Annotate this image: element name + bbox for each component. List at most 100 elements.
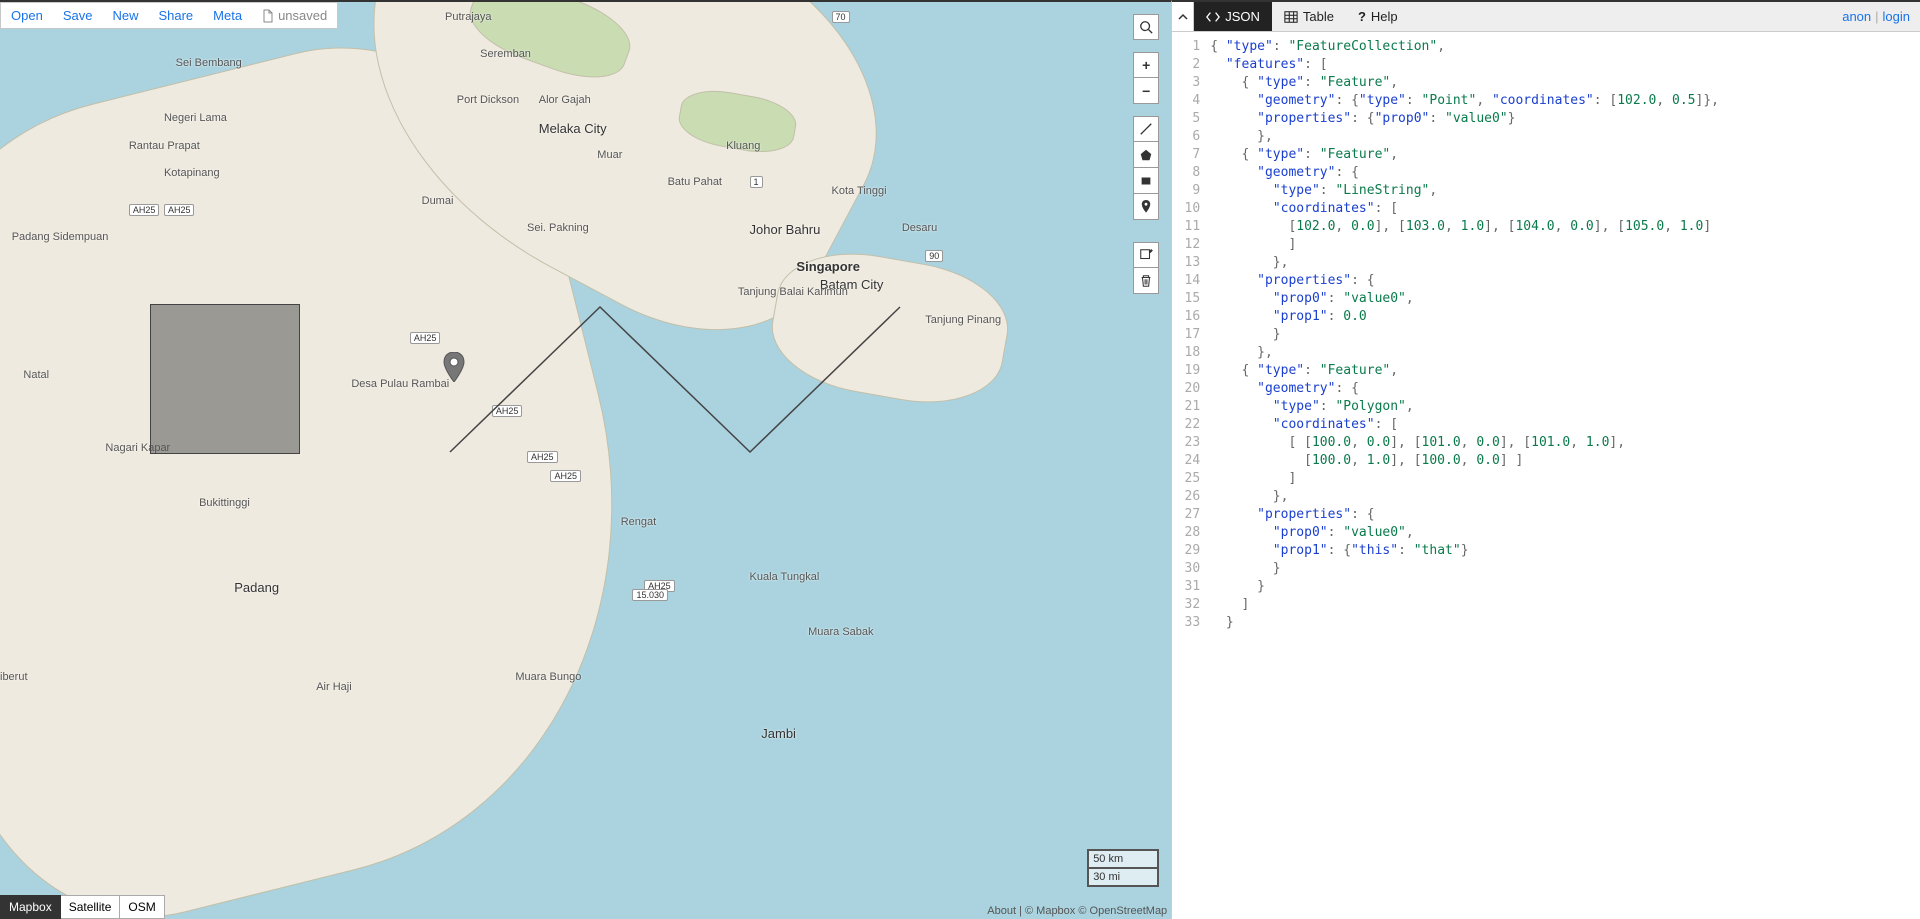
map-canvas[interactable]: Putrajaya Seremban Port Dickson Alor Gaj… xyxy=(0,2,1171,919)
place-label: Kotapinang xyxy=(164,167,220,179)
auth-links: anon | login xyxy=(1832,2,1920,31)
draw-polygon-button[interactable] xyxy=(1133,142,1159,168)
place-label: Muar xyxy=(597,149,622,161)
draw-line-button[interactable] xyxy=(1133,116,1159,142)
osm-link[interactable]: © OpenStreetMap xyxy=(1078,905,1167,917)
place-label: Padang Sidempuan xyxy=(12,231,109,243)
save-link[interactable]: Save xyxy=(53,3,103,28)
tab-json-label: JSON xyxy=(1225,9,1260,24)
place-label: Natal xyxy=(23,369,49,381)
zoom-in-button[interactable]: + xyxy=(1133,52,1159,78)
road-badge: AH25 xyxy=(410,332,441,344)
place-label: Port Dickson xyxy=(457,94,519,106)
line-icon xyxy=(1139,122,1153,136)
scale-mi: 30 mi xyxy=(1087,867,1159,887)
layer-osm[interactable]: OSM xyxy=(120,895,164,919)
file-icon xyxy=(262,9,274,23)
place-label: Tanjung Pinang xyxy=(925,314,1001,326)
road-badge: 70 xyxy=(832,11,850,23)
tab-table-label: Table xyxy=(1303,9,1334,24)
search-tools xyxy=(1133,14,1159,40)
rectangle-icon xyxy=(1139,174,1153,188)
layer-switcher: Mapbox Satellite OSM xyxy=(0,895,165,919)
scale-bar: 50 km 30 mi xyxy=(1087,849,1159,887)
trash-icon xyxy=(1139,274,1153,288)
place-label: Air Haji xyxy=(316,681,351,693)
share-link[interactable]: Share xyxy=(148,3,203,28)
anon-link[interactable]: anon xyxy=(1842,9,1871,24)
file-menu: Open Save New Share Meta unsaved xyxy=(0,2,338,29)
place-label: Kuala Tungkal xyxy=(750,571,820,583)
tab-table[interactable]: Table xyxy=(1272,2,1346,31)
zoom-tools: + − xyxy=(1133,52,1159,104)
tab-json[interactable]: JSON xyxy=(1194,2,1272,31)
search-button[interactable] xyxy=(1133,14,1159,40)
polygon-icon xyxy=(1139,148,1153,162)
draw-rectangle-button[interactable] xyxy=(1133,168,1159,194)
place-label: Sei Bembang xyxy=(176,57,242,69)
road-badge: 1 xyxy=(750,176,763,188)
place-label: Rengat xyxy=(621,516,656,528)
delete-layers-button[interactable] xyxy=(1133,268,1159,294)
place-label: Sei. Pakning xyxy=(527,222,589,234)
place-label: Alor Gajah xyxy=(539,94,591,106)
code-content[interactable]: { "type": "FeatureCollection", "features… xyxy=(1206,32,1920,919)
road-badge: AH25 xyxy=(164,204,195,216)
scale-km: 50 km xyxy=(1087,849,1159,867)
map-pane[interactable]: Putrajaya Seremban Port Dickson Alor Gaj… xyxy=(0,0,1171,919)
place-label: Desa Pulau Rambai xyxy=(351,378,449,390)
place-label: Dumai xyxy=(422,195,454,207)
road-badge: 90 xyxy=(925,250,943,262)
road-badge: AH25 xyxy=(492,405,523,417)
place-label: Padang xyxy=(234,580,279,595)
place-label: Kluang xyxy=(726,140,760,152)
help-icon: ? xyxy=(1358,9,1366,24)
auth-separator: | xyxy=(1875,9,1878,24)
marker-icon xyxy=(1139,200,1153,214)
place-label: Bukittinggi xyxy=(199,497,250,509)
draw-tools xyxy=(1133,116,1159,220)
road-badge: AH25 xyxy=(550,470,581,482)
unsaved-label: unsaved xyxy=(278,8,327,23)
place-label: Batu Pahat xyxy=(668,176,722,188)
open-link[interactable]: Open xyxy=(1,3,53,28)
tab-help-label: Help xyxy=(1371,9,1398,24)
edit-tools xyxy=(1133,242,1159,294)
edit-layers-button[interactable] xyxy=(1133,242,1159,268)
search-icon xyxy=(1139,20,1153,34)
place-label: Negeri Lama xyxy=(164,112,227,124)
code-icon xyxy=(1206,10,1220,24)
table-icon xyxy=(1284,10,1298,24)
place-label: Desaru xyxy=(902,222,937,234)
tab-help[interactable]: ? Help xyxy=(1346,2,1410,31)
new-link[interactable]: New xyxy=(102,3,148,28)
mapbox-link[interactable]: © Mapbox xyxy=(1025,905,1075,917)
code-editor[interactable]: 1234567891011121314151617181920212223242… xyxy=(1172,32,1920,919)
unsaved-indicator: unsaved xyxy=(252,3,337,28)
place-label: Tanjung Balai Karimun xyxy=(738,286,848,298)
road-badge: AH25 xyxy=(527,451,558,463)
place-label: iberut xyxy=(0,671,28,683)
place-label: Kota Tinggi xyxy=(832,185,887,197)
editor-pane: JSON Table ? Help anon | login 123456789… xyxy=(1171,0,1920,919)
place-label: Seremban xyxy=(480,48,531,60)
feature-polygon[interactable] xyxy=(150,304,300,454)
layer-satellite[interactable]: Satellite xyxy=(61,895,121,919)
place-label: Rantau Prapat xyxy=(129,140,200,152)
place-label: Singapore xyxy=(796,259,860,274)
editor-tabs: JSON Table ? Help anon | login xyxy=(1172,2,1920,32)
place-label: Johor Bahru xyxy=(750,222,821,237)
place-label: Muara Bungo xyxy=(515,671,581,683)
attribution: About | © Mapbox © OpenStreetMap xyxy=(987,905,1167,917)
zoom-out-button[interactable]: − xyxy=(1133,78,1159,104)
feature-point-marker[interactable] xyxy=(442,352,466,385)
layer-mapbox[interactable]: Mapbox xyxy=(0,895,61,919)
login-link[interactable]: login xyxy=(1883,9,1910,24)
place-label: Melaka City xyxy=(539,121,607,136)
place-label: Muara Sabak xyxy=(808,626,873,638)
about-link[interactable]: About xyxy=(987,905,1016,917)
meta-link[interactable]: Meta xyxy=(203,3,252,28)
chevron-up-icon xyxy=(1178,12,1188,22)
draw-marker-button[interactable] xyxy=(1133,194,1159,220)
collapse-pane-button[interactable] xyxy=(1172,2,1194,31)
